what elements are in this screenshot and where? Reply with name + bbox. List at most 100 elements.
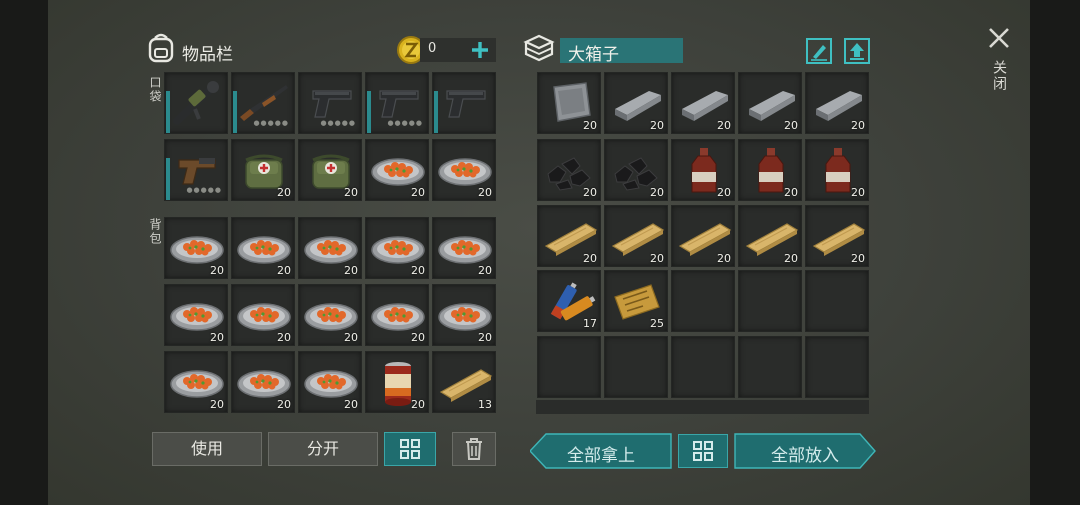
slot-wood-plank[interactable]: 20 — [738, 205, 802, 267]
empty-slot[interactable] — [537, 336, 601, 398]
durability-bar — [233, 91, 237, 133]
coin-count: 0 — [428, 41, 437, 56]
slot-canned-food[interactable]: 20 — [365, 351, 429, 413]
slot-food-plate[interactable]: 20 — [231, 217, 295, 279]
item-count: 20 — [277, 264, 291, 277]
empty-slot[interactable] — [604, 336, 668, 398]
item-count: 20 — [717, 186, 731, 199]
slot-medkit-bag[interactable]: 20 — [298, 139, 362, 201]
slot-food-plate[interactable]: 20 — [164, 284, 228, 346]
item-count: 20 — [210, 398, 224, 411]
durability-bar — [367, 91, 371, 133]
take-all-button[interactable]: 全部拿上 — [530, 433, 672, 469]
empty-slot[interactable] — [738, 270, 802, 332]
screen-edge-left — [0, 0, 48, 505]
item-count: 20 — [344, 186, 358, 199]
item-count: 20 — [851, 119, 865, 132]
empty-slot[interactable] — [671, 336, 735, 398]
slot-iron-ingot[interactable]: 20 — [604, 72, 668, 134]
inventory-title: 物品栏 — [182, 45, 233, 65]
trash-icon — [466, 438, 482, 460]
put-all-button[interactable]: 全部放入 — [734, 433, 876, 469]
durability-bar — [434, 91, 438, 133]
pocket-label: 口袋 — [148, 76, 162, 104]
item-count: 20 — [344, 331, 358, 344]
slot-batteries[interactable]: 17 — [537, 270, 601, 332]
slot-pistol[interactable]: ●●●●● — [298, 72, 362, 134]
slot-coal[interactable]: 20 — [537, 139, 601, 201]
slot-iron-ingot[interactable]: 20 — [805, 72, 869, 134]
slot-food-plate[interactable]: 20 — [231, 351, 295, 413]
item-count: 17 — [583, 317, 597, 330]
slot-flare-gun[interactable]: ●●●●● — [164, 139, 228, 201]
slot-wood-plank[interactable]: 20 — [671, 205, 735, 267]
slot-wood-plank[interactable]: 20 — [537, 205, 601, 267]
slot-food-plate[interactable]: 20 — [365, 139, 429, 201]
item-count: 20 — [478, 264, 492, 277]
sort-inventory-button[interactable] — [384, 432, 436, 466]
put-all-label: 全部放入 — [771, 446, 839, 466]
item-count: 20 — [411, 331, 425, 344]
screen-edge-right — [1030, 0, 1080, 505]
item-count: 20 — [210, 331, 224, 344]
close-button[interactable]: 关闭 — [983, 22, 1015, 102]
item-count: 20 — [411, 398, 425, 411]
slot-iron-ingot[interactable]: 20 — [671, 72, 735, 134]
item-count: 20 — [411, 186, 425, 199]
slot-wood-plank[interactable]: 20 — [805, 205, 869, 267]
container-icon — [522, 32, 556, 66]
slot-food-plate[interactable]: 20 — [298, 284, 362, 346]
slot-food-plate[interactable]: 20 — [432, 217, 496, 279]
slot-rocket-launcher[interactable] — [164, 72, 228, 134]
slot-food-plate[interactable]: 20 — [432, 284, 496, 346]
slot-metal-sheet[interactable]: 20 — [537, 72, 601, 134]
slot-wood-plank[interactable]: 13 — [432, 351, 496, 413]
slot-food-plate[interactable]: 20 — [365, 284, 429, 346]
empty-slot[interactable] — [805, 336, 869, 398]
item-count: 20 — [650, 119, 664, 132]
upgrade-dots: ●●●●● — [320, 119, 356, 127]
upload-button[interactable] — [844, 38, 870, 64]
slot-coal[interactable]: 20 — [604, 139, 668, 201]
slot-shotgun[interactable]: ●●●●● — [231, 72, 295, 134]
item-count: 20 — [478, 186, 492, 199]
slot-brown-bottle[interactable]: 20 — [671, 139, 735, 201]
backpack-icon — [146, 32, 176, 68]
slot-food-plate[interactable]: 20 — [298, 217, 362, 279]
slot-food-plate[interactable]: 20 — [298, 351, 362, 413]
trash-button[interactable] — [452, 432, 496, 466]
item-count: 20 — [277, 186, 291, 199]
item-count: 20 — [650, 186, 664, 199]
slot-food-plate[interactable]: 20 — [164, 351, 228, 413]
take-all-label: 全部拿上 — [567, 446, 635, 466]
empty-slot[interactable] — [805, 270, 869, 332]
use-button[interactable]: 使用 — [152, 432, 262, 466]
item-count: 20 — [717, 119, 731, 132]
item-count: 20 — [583, 186, 597, 199]
add-coins-button[interactable] — [466, 36, 494, 64]
item-count: 20 — [851, 252, 865, 265]
slot-brown-bottle[interactable]: 20 — [805, 139, 869, 201]
slot-pistol[interactable]: ●●●●● — [365, 72, 429, 134]
durability-bar — [166, 158, 170, 200]
item-count: 20 — [583, 252, 597, 265]
item-count: 20 — [344, 264, 358, 277]
sort-container-button[interactable] — [678, 434, 728, 468]
slot-iron-ingot[interactable]: 20 — [738, 72, 802, 134]
slot-food-plate[interactable]: 20 — [365, 217, 429, 279]
split-button[interactable]: 分开 — [268, 432, 378, 466]
slot-food-plate[interactable]: 20 — [231, 284, 295, 346]
item-count: 20 — [583, 119, 597, 132]
slot-brown-bottle[interactable]: 20 — [738, 139, 802, 201]
empty-slot[interactable] — [738, 336, 802, 398]
grid-icon — [400, 439, 420, 459]
slot-food-plate[interactable]: 20 — [432, 139, 496, 201]
slot-coupon[interactable]: 25 — [604, 270, 668, 332]
slot-food-plate[interactable]: 20 — [164, 217, 228, 279]
slot-medkit-bag[interactable]: 20 — [231, 139, 295, 201]
rename-button[interactable] — [806, 38, 832, 64]
item-count: 13 — [478, 398, 492, 411]
empty-slot[interactable] — [671, 270, 735, 332]
slot-pistol[interactable] — [432, 72, 496, 134]
slot-wood-plank[interactable]: 20 — [604, 205, 668, 267]
